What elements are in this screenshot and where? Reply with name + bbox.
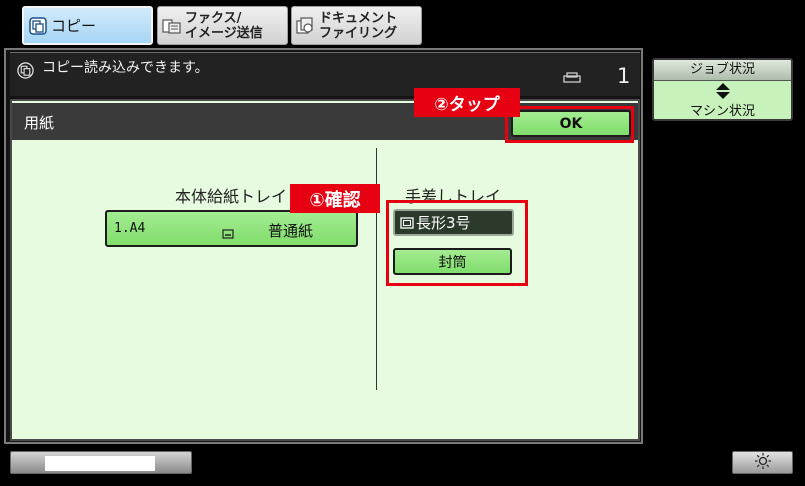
tab-document-filing-label-line1: ドキュメント <box>319 10 398 26</box>
paper-tray-icon <box>222 224 234 243</box>
tab-fax-label-line2: イメージ送信 <box>185 25 263 41</box>
highlight-bypass-tray <box>386 200 528 286</box>
status-bar: コピー読み込みできます。 1 <box>10 52 640 96</box>
main-tray-button[interactable]: 1.A4 普通紙 <box>105 210 358 247</box>
paper-settings-panel: 用紙 OK 本体給紙トレイ 1.A4 普通紙 手差しトレイ 長形3号 封筒 <box>10 99 640 441</box>
main-tray-label: 本体給紙トレイ <box>175 187 288 206</box>
document-filing-icon <box>295 16 317 35</box>
machine-status-label: マシン状況 <box>689 104 755 119</box>
status-message: コピー読み込みできます。 <box>42 60 209 76</box>
tab-fax-label: ファクス/ イメージ送信 <box>185 11 263 41</box>
callout-step1: ①確認 <box>290 184 380 213</box>
brightness-button[interactable] <box>732 451 793 474</box>
main-tray-type: 普通紙 <box>268 222 314 240</box>
status-indicator-bar <box>10 451 192 474</box>
job-status-label: ジョブ状況 <box>654 60 791 81</box>
tab-copy-label: コピー <box>51 17 97 35</box>
tab-document-filing-label: ドキュメント ファイリング <box>319 11 397 41</box>
callout-step2: ②タップ <box>414 88 520 117</box>
brightness-icon <box>754 452 772 474</box>
tab-fax-image-send[interactable]: ファクス/ イメージ送信 <box>157 6 288 45</box>
tab-document-filing[interactable]: ドキュメント ファイリング <box>291 6 422 45</box>
highlight-ok <box>505 106 634 143</box>
tab-document-filing-label-line2: ファイリング <box>319 25 398 41</box>
tab-fax-label-line1: ファクス/ <box>185 10 242 26</box>
copies-icon <box>563 69 581 88</box>
copy-icon <box>27 16 49 35</box>
main-tray-size: 1.A4 <box>114 221 146 236</box>
tab-copy[interactable]: コピー <box>22 6 153 45</box>
status-indicator-fill <box>45 456 155 471</box>
copy-count: 1 <box>617 64 631 88</box>
copy-status-icon <box>17 62 34 83</box>
fax-icon <box>161 17 183 35</box>
job-status-button[interactable]: ジョブ状況 マシン状況 <box>652 58 793 121</box>
page-title: 用紙 <box>24 114 55 132</box>
